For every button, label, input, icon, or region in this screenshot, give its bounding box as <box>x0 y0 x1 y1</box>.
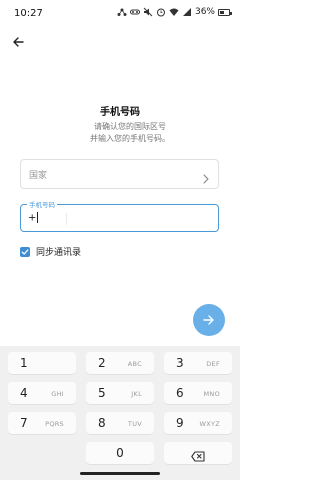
arrow-right-icon <box>203 315 214 325</box>
key-letters: PQRS <box>45 420 64 428</box>
key-letters: TUV <box>127 420 142 428</box>
country-selector[interactable]: 国家 <box>20 159 219 189</box>
phone-number-screen: 10:27 36% 手机号码 请确认您的国际区号 并输入您的手机号码。 国家 手… <box>0 0 240 480</box>
key-digit: 2 <box>98 356 106 370</box>
subtitle-line-2: 并输入您的手机号码。 <box>90 134 170 143</box>
page-title: 手机号码 <box>100 107 140 118</box>
key-digit: 4 <box>20 386 28 400</box>
key-digit: 1 <box>20 356 28 370</box>
key-1[interactable]: 1 <box>8 352 76 374</box>
key-digit: 8 <box>98 416 106 430</box>
key-6[interactable]: 6 MNO <box>164 382 232 404</box>
sync-contacts-label: 同步通讯录 <box>36 248 82 258</box>
key-0[interactable]: 0 <box>86 442 154 464</box>
key-digit: 9 <box>176 416 184 430</box>
key-9[interactable]: 9 WXYZ <box>164 412 232 434</box>
alarm-icon <box>156 7 166 17</box>
backspace-icon <box>191 447 205 466</box>
phone-number-input[interactable]: 手机号码 + <box>20 199 219 232</box>
sync-contacts-checkbox[interactable] <box>20 246 30 257</box>
country-placeholder: 国家 <box>29 171 48 181</box>
key-4[interactable]: 4 GHI <box>8 382 76 404</box>
chevron-right-icon <box>202 169 210 188</box>
key-backspace[interactable] <box>164 442 232 464</box>
country-code-value: + <box>28 212 37 224</box>
phone-field-value: + <box>28 212 39 224</box>
mute-icon <box>143 7 153 17</box>
status-icons: 36% <box>117 7 232 17</box>
key-7[interactable]: 7 PQRS <box>8 412 76 434</box>
key-digit: 3 <box>176 356 184 370</box>
key-blank <box>8 442 76 464</box>
arrow-left-icon <box>13 37 24 47</box>
sync-contacts-option[interactable]: 同步通讯录 <box>20 245 81 258</box>
network-icon <box>117 7 127 17</box>
key-letters: MNO <box>203 390 220 398</box>
key-8[interactable]: 8 TUV <box>86 412 154 434</box>
subtitle-line-1: 请确认您的国际区号 <box>94 122 166 131</box>
checkmark-icon <box>21 248 29 255</box>
key-5[interactable]: 5 JKL <box>86 382 154 404</box>
key-digit: 7 <box>20 416 28 430</box>
wifi-icon <box>169 7 179 17</box>
status-time: 10:27 <box>14 8 43 19</box>
text-caret <box>37 212 39 223</box>
cell-signal-icon <box>182 7 192 17</box>
key-letters: JKL <box>131 390 142 398</box>
battery-icon <box>218 8 232 16</box>
key-letters: DEF <box>206 360 220 368</box>
key-digit: 5 <box>98 386 106 400</box>
battery-percent: 36% <box>194 7 215 17</box>
key-letters: ABC <box>127 360 142 368</box>
numeric-keyboard: 1 2 ABC 3 DEF 4 GHI 5 JKL 6 MNO 7 PQRS 8 <box>0 346 240 480</box>
key-digit: 0 <box>116 446 124 460</box>
next-button[interactable] <box>193 304 225 336</box>
key-letters: WXYZ <box>199 420 220 428</box>
battery-fill <box>220 10 224 14</box>
gesture-nav-bar[interactable] <box>80 472 160 475</box>
page-subtitle: 请确认您的国际区号 并输入您的手机号码。 <box>0 121 240 145</box>
status-bar: 10:27 36% <box>0 0 240 26</box>
key-letters: GHI <box>51 390 64 398</box>
key-3[interactable]: 3 DEF <box>164 352 232 374</box>
key-2[interactable]: 2 ABC <box>86 352 154 374</box>
back-button[interactable] <box>8 32 28 52</box>
vpn-icon <box>129 7 140 17</box>
phone-field-label: 手机号码 <box>27 199 57 209</box>
key-digit: 6 <box>176 386 184 400</box>
code-divider <box>66 213 67 225</box>
